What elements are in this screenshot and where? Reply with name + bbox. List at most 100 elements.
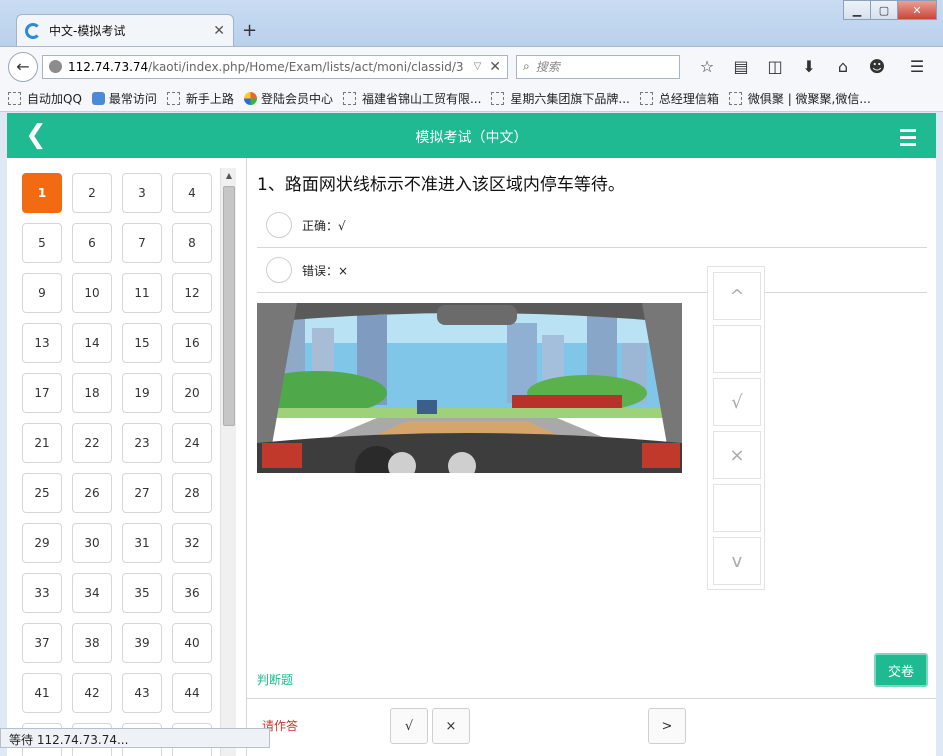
menu-icon[interactable]: ☰ [900,57,934,76]
search-input[interactable]: ⌕ 搜索 [516,54,680,79]
scroll-thumb[interactable] [223,186,235,426]
close-window-button[interactable]: ✕ [897,0,937,20]
question-number-button[interactable]: 2 [72,173,112,213]
bookmark-item[interactable]: 总经理信箱 [639,90,719,107]
question-number-button[interactable]: 8 [172,223,212,263]
download-icon[interactable]: ⬇ [792,57,826,76]
back-button[interactable]: ← [8,51,38,82]
tab-close-icon[interactable]: ✕ [213,23,225,39]
next-arrow-button[interactable]: v [713,537,761,585]
question-number-button[interactable]: 15 [122,323,162,363]
bookmark-item[interactable]: 最常访问 [91,90,157,107]
bookmark-item[interactable]: 自动加QQ [8,90,82,107]
question-number-button[interactable]: 26 [72,473,112,513]
question-number-button[interactable]: 23 [122,423,162,463]
bookmark-label: 微俱聚 | 微聚聚,微信... [747,92,871,106]
question-number-button[interactable]: 27 [122,473,162,513]
question-number-button[interactable]: 20 [172,373,212,413]
answer-false-button[interactable]: × [432,708,470,744]
page-icon [8,92,21,105]
question-number-button[interactable]: 36 [172,573,212,613]
smiley-icon[interactable]: ☻ [860,57,894,76]
submit-exam-button[interactable]: 交卷 [874,653,928,687]
new-tab-icon[interactable]: + [242,20,257,41]
question-number-button[interactable]: 5 [22,223,62,263]
option-label: 错误：× [302,263,349,278]
question-number-button[interactable]: 43 [122,673,162,713]
question-number-button[interactable]: 33 [22,573,62,613]
question-grid: 1 2 3 4 5 6 7 8 9 10 11 12 13 14 15 16 17 18 19 20 21 22 23 24 2… [22,173,214,756]
question-number-button[interactable]: 28 [172,473,212,513]
bookmark-item[interactable]: 星期六集团旗下品牌... [491,90,630,107]
question-number-button[interactable]: 13 [22,323,62,363]
blank-tool-button[interactable] [713,325,761,373]
bookmark-item[interactable]: 微俱聚 | 微聚聚,微信... [728,90,871,107]
radio-button[interactable] [266,257,292,283]
question-number-button[interactable]: 35 [122,573,162,613]
bookmark-star-icon[interactable]: ☆ [690,57,724,76]
question-number-button[interactable]: 24 [172,423,212,463]
maximize-button[interactable]: ▢ [870,0,898,20]
question-number-button[interactable]: 10 [72,273,112,313]
check-answer-button[interactable]: √ [713,378,761,426]
question-number-button[interactable]: 7 [122,223,162,263]
question-number-button[interactable]: 4 [172,173,212,213]
question-number-button[interactable]: 38 [72,623,112,663]
answer-true-button[interactable]: √ [390,708,428,744]
tab-title: 中文-模拟考试 [49,24,126,38]
bookmark-item[interactable]: 登陆会员中心 [243,90,333,107]
reading-list-icon[interactable]: ▤ [724,57,758,76]
web-page: ❮ 模拟考试（中文） 1 2 3 4 5 6 7 8 9 10 11 12 13 14 15 16 17 18 19… [7,113,936,756]
status-bar: 等待 112.74.73.74... [0,728,270,748]
question-number-button[interactable]: 21 [22,423,62,463]
question-number-button[interactable]: 39 [122,623,162,663]
bookmark-item[interactable]: 新手上路 [166,90,234,107]
next-question-button[interactable]: > [648,708,686,744]
question-number-button[interactable]: 17 [22,373,62,413]
dropdown-arrow-icon[interactable]: ▽ [474,61,482,72]
question-number-button[interactable]: 6 [72,223,112,263]
address-bar[interactable]: 112.74.73.74/kaoti/index.php/Home/Exam/l… [42,54,508,79]
question-number-button[interactable]: 34 [72,573,112,613]
browser-tab[interactable]: 中文-模拟考试 ✕ [16,14,234,46]
hamburger-menu-icon[interactable] [900,129,916,150]
bookmark-item[interactable]: 福建省锦山工贸有限... [342,90,482,107]
question-number-button[interactable]: 29 [22,523,62,563]
blank-tool-button[interactable] [713,484,761,532]
home-icon[interactable]: ⌂ [826,57,860,76]
question-number-button[interactable]: 9 [22,273,62,313]
question-number-button[interactable]: 14 [72,323,112,363]
option-label: 正确：√ [302,218,346,233]
question-number-button[interactable]: 44 [172,673,212,713]
page-icon [491,92,505,105]
cross-answer-button[interactable]: × [713,431,761,479]
question-number-button[interactable]: 25 [22,473,62,513]
pocket-icon[interactable]: ◫ [758,57,792,76]
scrollbar[interactable]: ▲ [220,168,236,756]
radio-button[interactable] [266,212,292,238]
question-number-button[interactable]: 31 [122,523,162,563]
stop-icon[interactable]: ✕ [489,59,501,75]
question-number-button[interactable]: 1 [22,173,62,213]
question-number-button[interactable]: 22 [72,423,112,463]
option-false[interactable]: 错误：× [257,248,927,293]
question-number-button[interactable]: 32 [172,523,212,563]
bookmark-label: 最常访问 [108,92,157,106]
question-number-button[interactable]: 12 [172,273,212,313]
question-number-button[interactable]: 41 [22,673,62,713]
question-number-button[interactable]: 40 [172,623,212,663]
question-number-button[interactable]: 18 [72,373,112,413]
question-number-button[interactable]: 30 [72,523,112,563]
question-number-button[interactable]: 16 [172,323,212,363]
question-number-button[interactable]: 3 [122,173,162,213]
question-number-button[interactable]: 11 [122,273,162,313]
question-number-button[interactable]: 37 [22,623,62,663]
option-true[interactable]: 正确：√ [257,203,927,248]
question-number-button[interactable]: 19 [122,373,162,413]
url-host: 112.74.73.74 [68,59,149,74]
minimize-button[interactable]: ▁ [843,0,871,20]
scroll-up-icon[interactable]: ▲ [221,168,237,184]
previous-arrow-button[interactable]: ^ [713,272,761,320]
question-number-button[interactable]: 42 [72,673,112,713]
bookmark-label: 福建省锦山工贸有限... [361,92,482,106]
